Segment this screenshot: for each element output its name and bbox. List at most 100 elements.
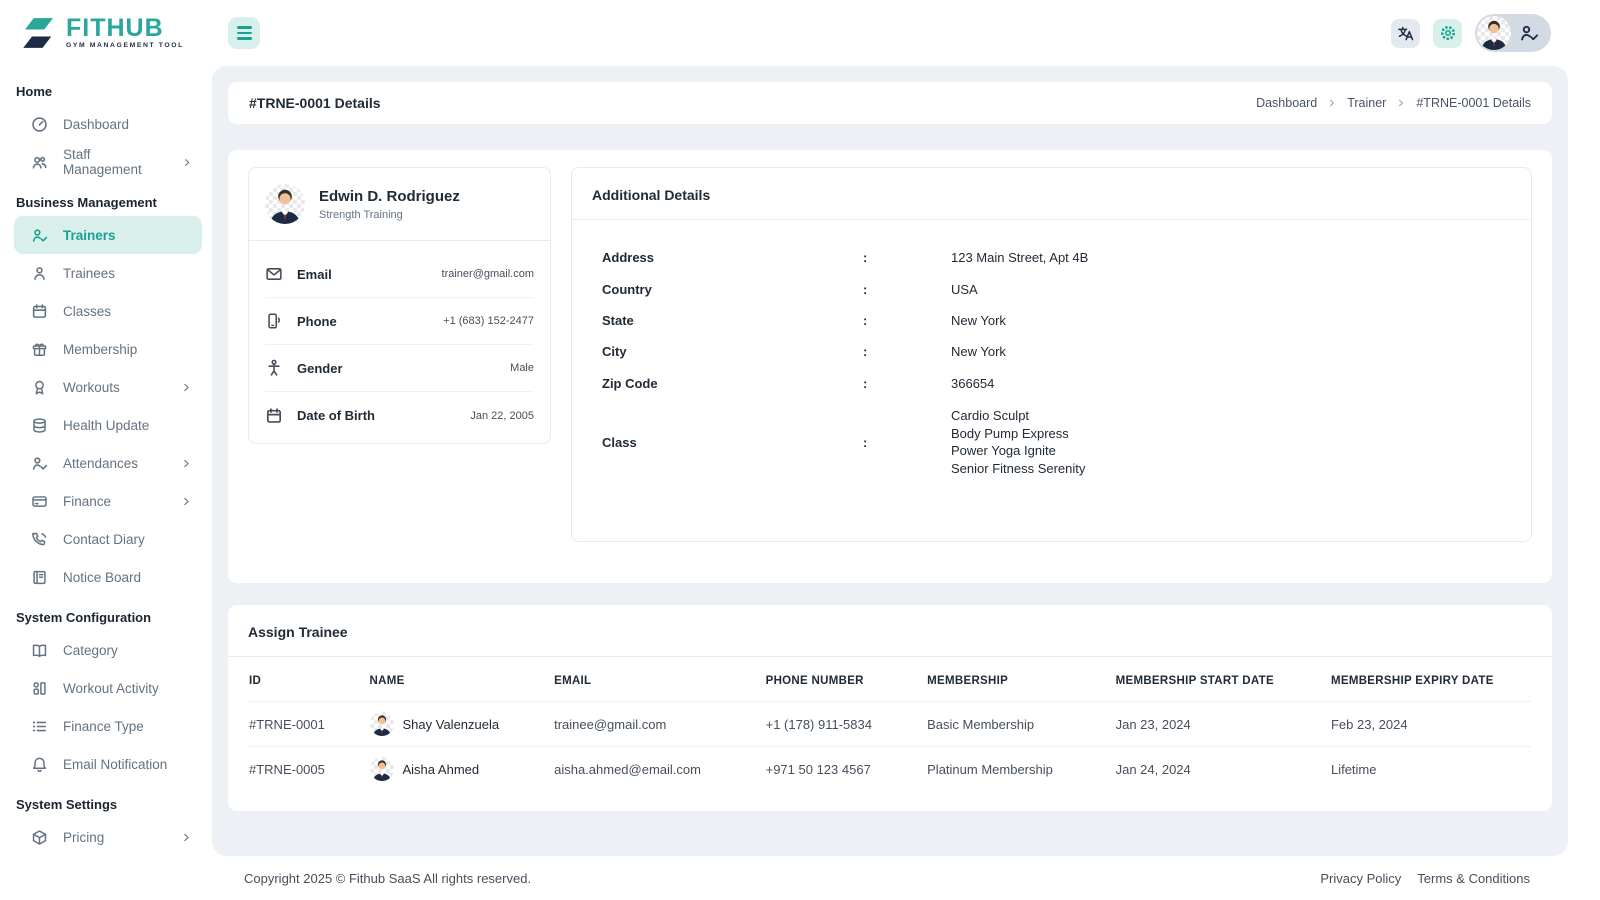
settings-button[interactable] — [1433, 18, 1462, 48]
column-header-phone: PHONE NUMBER — [765, 675, 864, 687]
field-label: Email — [297, 266, 332, 282]
sidebar-item-label: Finance Type — [63, 718, 144, 734]
main-content: #TRNE-0001 Details Dashboard Trainer #TR… — [212, 66, 1568, 856]
gender-icon — [265, 359, 283, 377]
gear-icon — [1439, 24, 1457, 42]
table-row[interactable]: #TRNE-0005 Aisha Ahmed aisha.ahmed@email… — [249, 746, 1531, 791]
email-icon — [265, 265, 283, 283]
sidebar-item-workout-activity[interactable]: Workout Activity — [14, 669, 202, 707]
assign-trainee-table: ID NAME EMAIL PHONE NUMBER MEMBERSHIP ME… — [249, 661, 1531, 791]
cell-membership: Platinum Membership — [927, 746, 1116, 791]
sidebar-item-finance[interactable]: Finance — [14, 482, 202, 520]
breadcrumb: Dashboard Trainer #TRNE-0001 Details — [1256, 96, 1531, 110]
person-check-icon — [31, 455, 48, 472]
breadcrumb-trainer[interactable]: Trainer — [1347, 96, 1386, 110]
sidebar-item-category[interactable]: Category — [14, 631, 202, 669]
translate-icon — [1397, 25, 1414, 42]
sidebar-item-staff-management[interactable]: Staff Management — [14, 143, 202, 181]
sidebar-section-home: Home — [16, 84, 53, 99]
person-icon — [31, 265, 48, 282]
field-value: trainer@gmail.com — [441, 268, 534, 280]
table-header-row: ID NAME EMAIL PHONE NUMBER MEMBERSHIP ME… — [249, 661, 1531, 702]
cell-phone: +1 (178) 911-5834 — [765, 701, 928, 747]
sidebar-item-dashboard[interactable]: Dashboard — [14, 105, 202, 143]
package-icon — [31, 829, 48, 846]
sidebar-section-business: Business Management — [16, 195, 157, 210]
detail-row-country: Country : USA — [602, 281, 978, 297]
staff-icon — [31, 154, 48, 171]
sidebar-section-system-settings: System Settings — [16, 797, 118, 812]
sidebar-item-classes[interactable]: Classes — [14, 292, 202, 330]
dashboard-icon — [31, 116, 48, 133]
sidebar-item-membership[interactable]: Membership — [14, 330, 202, 368]
profile-field-email: Email trainer@gmail.com — [265, 251, 534, 298]
award-icon — [31, 379, 48, 396]
field-label: Phone — [297, 313, 337, 329]
cell-name: Aisha Ahmed — [369, 757, 545, 781]
sidebar-toggle-button[interactable] — [228, 17, 260, 49]
calendar-icon — [265, 407, 283, 425]
field-value: Male — [510, 362, 534, 374]
mobile-icon — [265, 312, 283, 330]
column-header-id: ID — [249, 675, 262, 687]
copyright-text: Copyright 2025 © Fithub SaaS All rights … — [244, 870, 532, 886]
table-row[interactable]: #TRNE-0001 Shay Valenzuela trainee@gmail… — [249, 701, 1531, 747]
sidebar-item-label: Workouts — [63, 379, 120, 395]
cell-name: Shay Valenzuela — [369, 712, 545, 736]
cell-email: aisha.ahmed@email.com — [554, 746, 766, 791]
sidebar-item-email-notification[interactable]: Email Notification — [14, 745, 202, 783]
sidebar-item-attendances[interactable]: Attendances — [14, 444, 202, 482]
privacy-policy-link[interactable]: Privacy Policy — [1320, 871, 1401, 886]
column-header-start-date: MEMBERSHIP START DATE — [1115, 675, 1274, 687]
trainer-details-card: Edwin D. Rodriguez Strength Training Ema… — [228, 150, 1552, 583]
phone-call-icon — [31, 531, 48, 548]
credit-card-icon — [31, 493, 48, 510]
sidebar-item-notice-board[interactable]: Notice Board — [14, 558, 202, 596]
profile-field-gender: Gender Male — [265, 345, 534, 392]
sidebar-item-trainees[interactable]: Trainees — [14, 254, 202, 292]
sidebar-item-pricing[interactable]: Pricing — [14, 818, 202, 856]
translate-button[interactable] — [1391, 18, 1420, 48]
sidebar-item-label: Category — [63, 642, 118, 658]
chevron-right-icon — [181, 496, 192, 507]
assign-trainee-title: Assign Trainee — [248, 624, 348, 640]
gift-icon — [31, 341, 48, 358]
field-label: Gender — [297, 360, 343, 376]
cell-phone: +971 50 123 4567 — [765, 746, 928, 791]
sidebar-item-label: Health Update — [63, 417, 150, 433]
sidebar-item-label: Trainees — [63, 265, 116, 281]
cell-email: trainee@gmail.com — [554, 701, 766, 747]
profile-menu-button[interactable] — [1475, 14, 1551, 52]
brand-name: FITHUB — [66, 14, 164, 43]
profile-field-dob: Date of Birth Jan 22, 2005 — [265, 392, 534, 439]
sidebar-item-finance-type[interactable]: Finance Type — [14, 707, 202, 745]
footer: Copyright 2025 © Fithub SaaS All rights … — [212, 856, 1600, 900]
sidebar-item-label: Dashboard — [63, 116, 130, 132]
sidebar-item-contact-diary[interactable]: Contact Diary — [14, 520, 202, 558]
profile-field-phone: Phone +1 (683) 152-2477 — [265, 298, 534, 345]
field-label: Date of Birth — [297, 408, 375, 423]
sidebar-item-workouts[interactable]: Workouts — [14, 368, 202, 406]
trainee-avatar — [369, 712, 394, 736]
class-list: Cardio Sculpt Body Pump Express Power Yo… — [951, 408, 1086, 476]
user-avatar — [1477, 16, 1511, 50]
detail-row-class: Class : Cardio Sculpt Body Pump Express … — [602, 399, 1501, 485]
column-header-expiry-date: MEMBERSHIP EXPIRY DATE — [1330, 675, 1494, 687]
terms-conditions-link[interactable]: Terms & Conditions — [1417, 871, 1530, 886]
sidebar-item-label: Attendances — [63, 455, 139, 471]
book-icon — [31, 642, 48, 659]
detail-row-city: City : New York — [602, 344, 1006, 360]
bell-icon — [31, 756, 48, 773]
field-value: Jan 22, 2005 — [470, 409, 534, 422]
sidebar-item-label: Classes — [63, 303, 112, 319]
detail-row-state: State : New York — [602, 312, 1006, 328]
cell-id: #TRNE-0005 — [249, 746, 370, 791]
sidebar-item-label: Pricing — [63, 829, 105, 845]
brand-logo[interactable]: FITHUB GYM MANAGEMENT TOOL — [0, 12, 212, 54]
trainer-profile-card: Edwin D. Rodriguez Strength Training Ema… — [248, 167, 551, 444]
breadcrumb-dashboard[interactable]: Dashboard — [1256, 96, 1317, 110]
sidebar-item-trainers[interactable]: Trainers — [14, 216, 202, 254]
sidebar-item-health-update[interactable]: Health Update — [14, 406, 202, 444]
additional-details-card: Additional Details Address : 123 Main St… — [571, 167, 1532, 542]
chevron-right-icon — [181, 458, 192, 469]
